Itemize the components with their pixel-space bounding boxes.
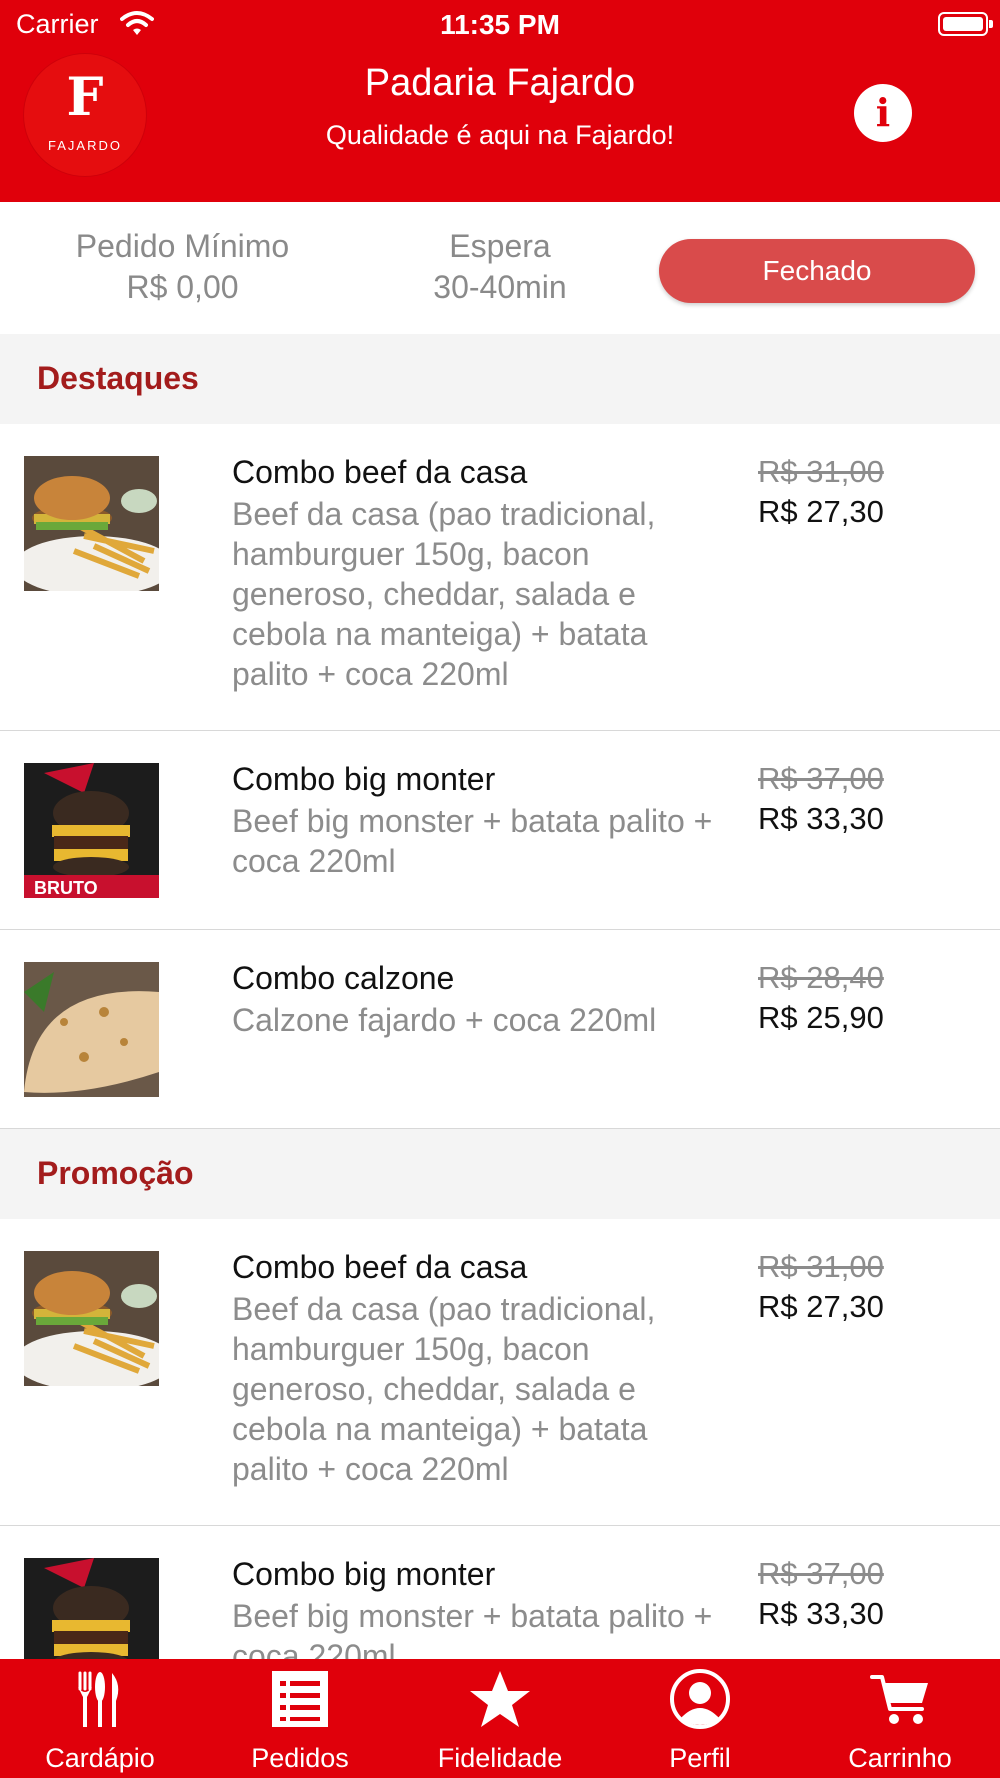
item-price: R$ 33,30 <box>758 1596 884 1631</box>
big-monster-burger-poster: BRUTO <box>24 763 159 898</box>
store-info-bar: Pedido Mínimo R$ 0,00 Espera 30-40min Fe… <box>0 202 1000 334</box>
item-old-price: R$ 31,00 <box>758 1249 884 1284</box>
section-header-promocao: Promoção <box>0 1129 1000 1219</box>
tab-label: Cardápio <box>45 1743 155 1773</box>
item-old-price: R$ 28,40 <box>758 960 884 995</box>
wait-time: Espera 30-40min <box>360 226 640 308</box>
tab-label: Perfil <box>669 1743 731 1773</box>
item-name: Combo big monter <box>232 761 496 797</box>
status-bar: Carrier 11:35 PM <box>0 0 1000 50</box>
calzone-photo <box>24 962 159 1097</box>
fork-knife-icon <box>78 1671 119 1727</box>
battery-icon <box>938 12 993 36</box>
clock: 11:35 PM <box>440 9 560 40</box>
wait-label: Espera <box>449 228 551 264</box>
menu-item[interactable]: Combo beef da casa Beef da casa (pao tra… <box>0 424 1000 731</box>
item-old-price: R$ 37,00 <box>758 761 884 796</box>
menu-item[interactable]: Combo calzone Calzone fajardo + coca 220… <box>0 930 1000 1129</box>
item-price: R$ 27,30 <box>758 494 884 529</box>
tab-fidelidade[interactable]: Fidelidade <box>400 1659 600 1778</box>
info-icon: i <box>875 90 891 135</box>
tab-perfil[interactable]: Perfil <box>600 1659 800 1778</box>
profile-icon <box>670 1669 730 1729</box>
star-icon <box>470 1671 530 1727</box>
item-name: Combo calzone <box>232 960 455 996</box>
store-status-button[interactable]: Fechado <box>659 239 975 303</box>
tab-pedidos[interactable]: Pedidos <box>200 1659 400 1778</box>
store-title: Padaria Fajardo <box>364 62 636 104</box>
cart-icon <box>870 1675 928 1724</box>
section-header-destaques: Destaques <box>0 334 1000 424</box>
item-description: Calzone fajardo + coca 220ml <box>232 1002 657 1038</box>
item-description: Beef da casa (pao tradicional, hamburgue… <box>232 496 656 692</box>
app-header: F FAJARDO Padaria Fajardo Qualidade é aq… <box>0 50 1000 202</box>
min-order-label: Pedido Mínimo <box>75 228 290 264</box>
store-subtitle: Qualidade é aqui na Fajardo! <box>325 120 675 150</box>
item-name: Combo big monter <box>232 1556 496 1592</box>
item-description: Beef big monster + batata palito + coca … <box>232 803 713 879</box>
menu-item[interactable]: BRUTO Combo big monter Beef big monster … <box>0 731 1000 930</box>
tab-carrinho[interactable]: Carrinho <box>800 1659 1000 1778</box>
item-name: Combo beef da casa <box>232 454 528 490</box>
burger-fries-photo <box>24 456 159 591</box>
info-button[interactable]: i <box>854 84 912 142</box>
section-title: Destaques <box>37 360 199 396</box>
item-old-price: R$ 31,00 <box>758 454 884 489</box>
section-title: Promoção <box>37 1155 194 1191</box>
item-price: R$ 33,30 <box>758 801 884 836</box>
tab-label: Pedidos <box>251 1743 349 1773</box>
tab-cardapio[interactable]: Cardápio <box>0 1659 200 1778</box>
item-price: R$ 27,30 <box>758 1289 884 1324</box>
tab-bar: Cardápio Pedidos Fidelidade Perfil Carri… <box>0 1659 1000 1778</box>
tab-label: Fidelidade <box>437 1743 563 1773</box>
tab-label: Carrinho <box>848 1743 952 1773</box>
min-order-value: R$ 0,00 <box>126 269 239 305</box>
svg-text:BRUTO: BRUTO <box>34 878 98 898</box>
burger-fries-photo <box>24 1251 159 1386</box>
list-icon <box>272 1671 328 1727</box>
min-order: Pedido Mínimo R$ 0,00 <box>40 226 325 308</box>
item-description: Beef da casa (pao tradicional, hamburgue… <box>232 1291 656 1487</box>
item-name: Combo beef da casa <box>232 1249 528 1285</box>
menu-item[interactable]: Combo beef da casa Beef da casa (pao tra… <box>0 1219 1000 1526</box>
wait-value: 30-40min <box>433 269 567 305</box>
item-old-price: R$ 37,00 <box>758 1556 884 1591</box>
item-price: R$ 25,90 <box>758 1000 884 1035</box>
